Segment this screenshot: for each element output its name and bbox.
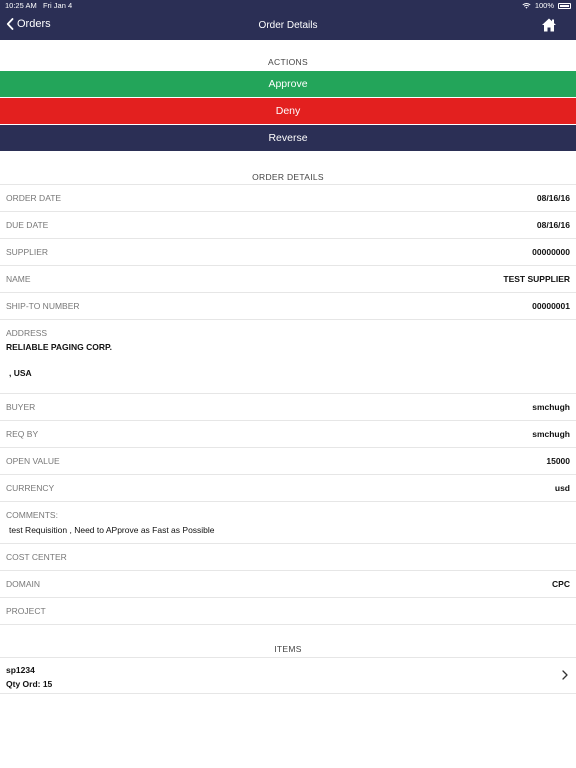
detail-value: 00000000	[532, 247, 570, 257]
status-time: 10:25 AM	[5, 1, 37, 10]
detail-value: 08/16/16	[536, 193, 570, 203]
page-title: Order Details	[258, 20, 318, 31]
status-bar: 10:25 AM Fri Jan 4 100%	[0, 0, 576, 12]
address-line-2: , USA	[9, 368, 32, 378]
address-line-1: RELIABLE PAGING CORP.	[6, 342, 112, 352]
detail-label: CURRENCY	[6, 483, 55, 493]
reverse-button[interactable]: Reverse	[0, 125, 576, 151]
detail-label: SHIP-TO NUMBER	[6, 301, 80, 311]
items-header: ITEMS	[0, 638, 576, 658]
order-details-section: ORDER DETAILS ORDER DATE 08/16/16 DUE DA…	[0, 163, 576, 625]
detail-value: CPC	[552, 579, 570, 589]
list-item[interactable]: sp1234 Qty Ord: 15	[0, 658, 576, 694]
detail-row-currency: CURRENCY usd	[0, 475, 576, 502]
detail-label: DOMAIN	[6, 579, 40, 589]
detail-row-cost-center: COST CENTER	[0, 544, 576, 571]
order-details-header: ORDER DETAILS	[0, 163, 576, 185]
detail-row-due-date: DUE DATE 08/16/16	[0, 212, 576, 239]
detail-label: REQ BY	[6, 429, 39, 439]
detail-label: NAME	[6, 274, 31, 284]
detail-row-project: PROJECT	[0, 598, 576, 625]
detail-row-comments: COMMENTS: test Requisition , Need to APp…	[0, 502, 576, 544]
detail-row-req-by: REQ BY smchugh	[0, 421, 576, 448]
detail-label: COST CENTER	[6, 552, 67, 562]
item-name: sp1234	[6, 665, 35, 675]
detail-label: PROJECT	[6, 606, 46, 616]
home-icon[interactable]	[541, 17, 557, 33]
address-label: ADDRESS	[6, 328, 48, 338]
battery-icon	[558, 3, 571, 9]
detail-value: 00000001	[532, 301, 570, 311]
detail-row-buyer: BUYER smchugh	[0, 394, 576, 421]
top-bar: 10:25 AM Fri Jan 4 100% Orders Order Det…	[0, 0, 576, 40]
detail-row-domain: DOMAIN CPC	[0, 571, 576, 598]
detail-label: BUYER	[6, 402, 36, 412]
detail-value: usd	[554, 483, 570, 493]
item-qty: Qty Ord: 15	[6, 679, 53, 689]
status-date: Fri Jan 4	[42, 1, 73, 10]
items-section: ITEMS sp1234 Qty Ord: 15	[0, 638, 576, 694]
detail-value: smchugh	[532, 429, 570, 439]
deny-button[interactable]: Deny	[0, 98, 576, 124]
actions-header: ACTIONS	[268, 57, 308, 67]
detail-value: 08/16/16	[536, 220, 570, 230]
detail-value: TEST SUPPLIER	[503, 274, 570, 284]
detail-label: ORDER DATE	[6, 193, 62, 203]
detail-label: OPEN VALUE	[6, 456, 60, 466]
chevron-right-icon	[562, 670, 568, 680]
comments-label: COMMENTS:	[6, 510, 58, 520]
battery-percent: 100%	[534, 1, 554, 10]
detail-row-open-value: OPEN VALUE 15000	[0, 448, 576, 475]
detail-row-supplier: SUPPLIER 00000000	[0, 239, 576, 266]
detail-label: SUPPLIER	[6, 247, 49, 257]
comments-text: test Requisition , Need to APprove as Fa…	[9, 525, 215, 535]
status-right: 100%	[522, 0, 571, 12]
detail-row-ship-to-number: SHIP-TO NUMBER 00000001	[0, 293, 576, 320]
approve-button[interactable]: Approve	[0, 71, 576, 97]
wifi-icon	[522, 3, 531, 9]
detail-value: smchugh	[532, 402, 570, 412]
detail-value: 15000	[546, 456, 570, 466]
detail-label: DUE DATE	[6, 220, 49, 230]
status-time-date: 10:25 AM Fri Jan 4	[5, 0, 72, 12]
detail-row-name: NAME TEST SUPPLIER	[0, 266, 576, 293]
detail-row-address: ADDRESS RELIABLE PAGING CORP. , USA	[0, 320, 576, 394]
navigation-bar: Orders Order Details	[0, 12, 576, 40]
detail-row-order-date: ORDER DATE 08/16/16	[0, 185, 576, 212]
